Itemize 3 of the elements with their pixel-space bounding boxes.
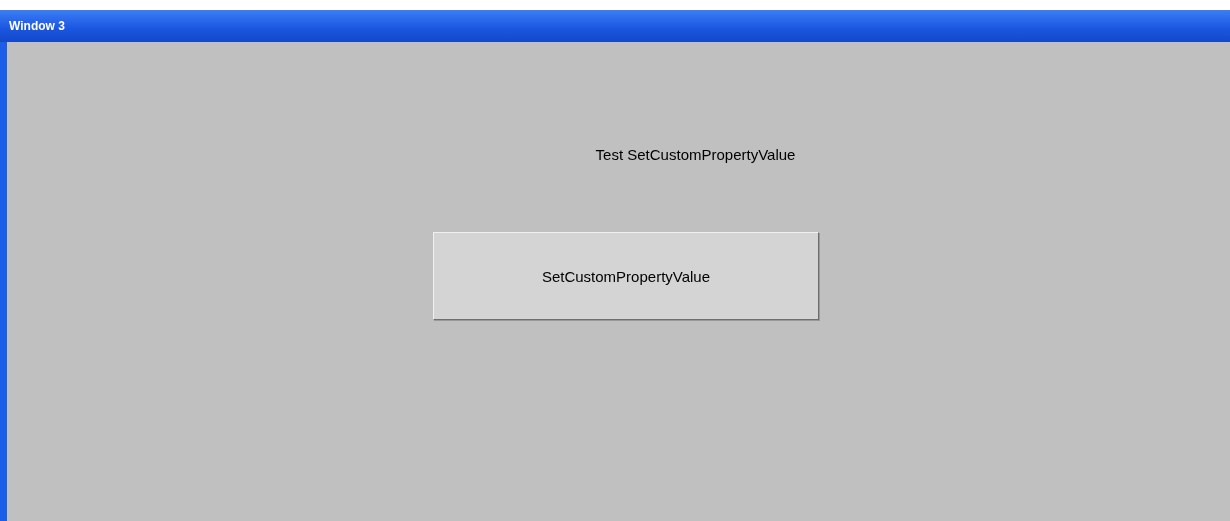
set-property-button[interactable]: SetCustomPropertyValue	[433, 232, 819, 320]
window-title: Window 3	[0, 10, 1230, 42]
heading-label: Test SetCustomPropertyValue	[595, 146, 796, 163]
